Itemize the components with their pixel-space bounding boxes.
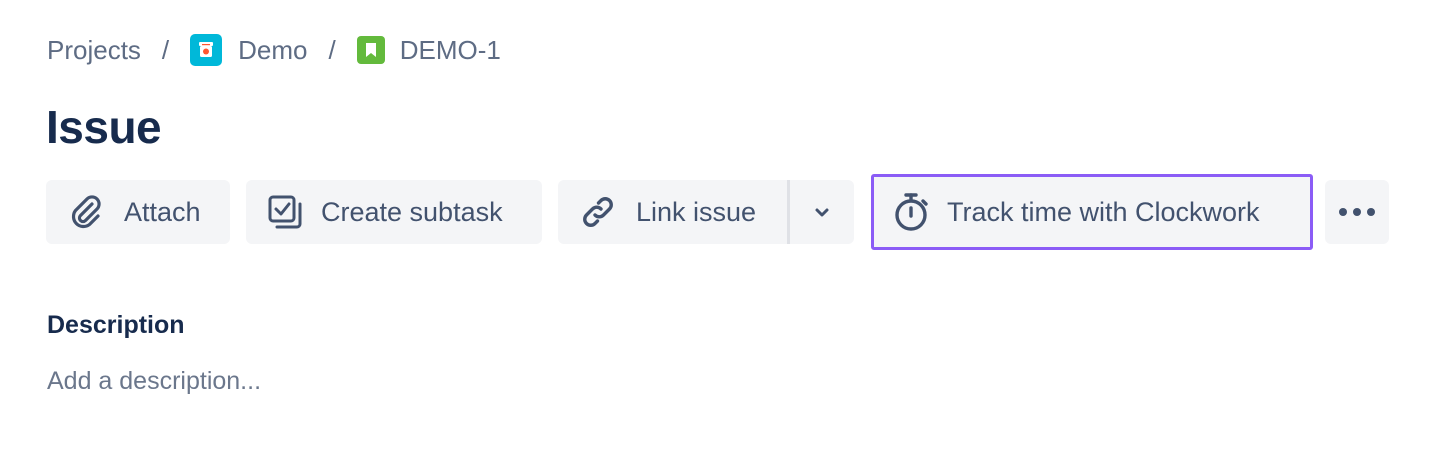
issue-title[interactable]: Issue [46,100,162,154]
project-avatar-icon [190,34,223,66]
paperclip-icon [68,194,104,230]
subtask-icon [267,194,303,230]
issue-page: Projects / Demo / DEMO-1 Issue Attach Cr… [0,0,1440,468]
link-issue-dropdown-button[interactable] [790,180,854,244]
breadcrumb-projects-link[interactable]: Projects [47,35,141,66]
attach-label: Attach [124,196,201,227]
story-icon [356,36,385,64]
breadcrumb-issue-link[interactable]: DEMO-1 [356,34,501,66]
breadcrumb-separator: / [161,34,170,65]
breadcrumb-issue-key: DEMO-1 [399,34,501,65]
chevron-down-icon [812,202,832,222]
attach-button[interactable]: Attach [46,180,230,244]
breadcrumb-project-link[interactable]: Demo [190,34,308,66]
create-subtask-button[interactable]: Create subtask [246,180,542,244]
track-time-label: Track time with Clockwork [947,196,1260,227]
track-time-clockwork-button[interactable]: Track time with Clockwork [871,174,1313,250]
description-heading: Description [47,311,185,339]
issue-action-toolbar: Attach Create subtask Link issue Track t… [46,174,1389,250]
link-issue-button[interactable]: Link issue [558,180,787,244]
breadcrumb-projects-label: Projects [47,34,141,65]
breadcrumb-separator: / [328,34,336,65]
description-field[interactable]: Add a description... [47,367,261,396]
link-issue-label: Link issue [636,196,757,227]
more-actions-button[interactable] [1325,180,1389,244]
create-subtask-label: Create subtask [321,196,503,227]
more-horizontal-icon [1337,207,1377,217]
stopwatch-icon [892,192,930,232]
link-icon [580,194,616,230]
link-issue-split-button: Link issue [558,180,854,244]
breadcrumb-project-label: Demo [238,34,308,65]
breadcrumb: Projects / Demo / DEMO-1 [47,30,501,70]
